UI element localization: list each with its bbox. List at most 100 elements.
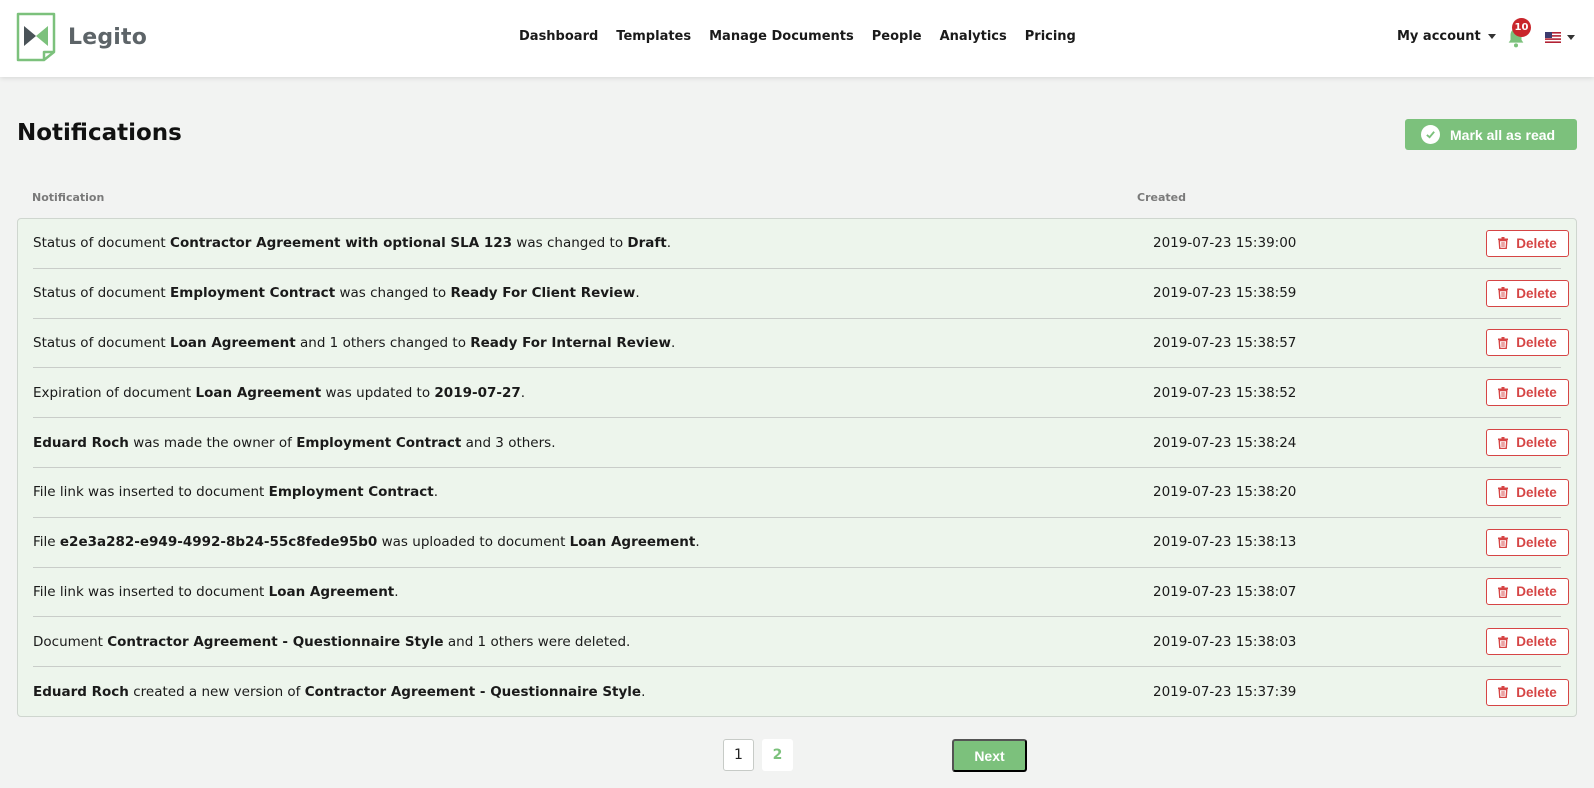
mark-all-as-read-label: Mark all as read	[1450, 126, 1556, 143]
notification-text: Status of document Contractor Agreement …	[33, 235, 671, 251]
notification-created-date: 2019-07-23 15:38:20	[1153, 484, 1297, 501]
my-account-label: My account	[1397, 29, 1481, 44]
check-circle-icon	[1421, 125, 1440, 144]
notification-fragment: .	[635, 285, 640, 302]
nav-dashboard[interactable]: Dashboard	[519, 29, 598, 44]
notification-fragment: .	[394, 583, 399, 600]
notification-fragment: File	[33, 534, 60, 551]
notification-fragment: Status of document	[33, 235, 171, 252]
notification-text: File link was inserted to document Emplo…	[33, 484, 438, 500]
delete-button[interactable]: Delete	[1486, 329, 1569, 357]
notification-text: Expiration of document Loan Agreement wa…	[33, 385, 525, 401]
trash-icon	[1498, 336, 1509, 349]
notification-text: Eduard Roch created a new version of Con…	[33, 684, 645, 700]
delete-button[interactable]: Delete	[1486, 528, 1569, 556]
notification-fragment: and 1 others changed to	[295, 334, 471, 351]
notification-fragment: .	[695, 534, 700, 551]
table-row: Status of document Loan Agreement and 1 …	[33, 319, 1569, 369]
notification-highlight: Loan Agreement	[569, 534, 696, 551]
delete-button[interactable]: Delete	[1486, 578, 1569, 606]
delete-label: Delete	[1516, 684, 1557, 700]
delete-label: Delete	[1516, 534, 1557, 550]
notification-fragment: was updated to	[321, 384, 435, 401]
table-row: Status of document Employment Contract w…	[33, 269, 1569, 319]
notification-fragment: was changed to	[335, 285, 451, 302]
notification-fragment: Document	[33, 633, 108, 650]
us-flag-icon	[1545, 32, 1561, 43]
app-name: Legito	[68, 24, 148, 50]
my-account-menu[interactable]: My account	[1397, 29, 1496, 44]
notification-created-date: 2019-07-23 15:38:52	[1153, 384, 1297, 401]
table-row: File link was inserted to document Emplo…	[33, 468, 1569, 518]
delete-label: Delete	[1516, 484, 1557, 500]
notification-fragment: .	[520, 384, 526, 401]
pagination-page-1[interactable]: 1	[723, 739, 754, 771]
notification-created-date: 2019-07-23 15:38:57	[1153, 334, 1297, 351]
notification-highlight: Loan Agreement	[268, 583, 395, 600]
trash-icon	[1498, 436, 1509, 449]
notification-fragment: Expiration of document	[33, 384, 196, 401]
notification-text: Status of document Loan Agreement and 1 …	[33, 335, 675, 351]
notification-created-date: 2019-07-23 15:39:00	[1153, 235, 1297, 252]
table-row: Expiration of document Loan Agreement wa…	[33, 368, 1569, 419]
notification-text: File link was inserted to document Loan …	[33, 584, 399, 600]
notification-fragment: and 3 others.	[461, 434, 556, 451]
notification-fragment: was made the owner of	[128, 434, 297, 451]
delete-label: Delete	[1516, 335, 1557, 351]
notification-created-date: 2019-07-23 15:38:07	[1153, 583, 1297, 600]
notification-created-date: 2019-07-23 15:37:39	[1153, 684, 1297, 701]
notification-highlight: Loan Agreement	[195, 384, 322, 401]
delete-label: Delete	[1516, 385, 1557, 401]
delete-label: Delete	[1516, 235, 1557, 251]
notification-fragment: .	[670, 334, 676, 351]
column-header-notification: Notification	[32, 191, 105, 204]
logo[interactable]: Legito	[16, 12, 147, 62]
notification-text: Document Contractor Agreement - Question…	[33, 634, 630, 650]
notification-highlight: Eduard Roch	[33, 684, 129, 701]
delete-button[interactable]: Delete	[1486, 379, 1569, 407]
chevron-down-icon	[1567, 35, 1575, 40]
trash-icon	[1498, 686, 1509, 699]
mark-all-as-read-button[interactable]: Mark all as read	[1405, 119, 1577, 150]
notification-fragment: File link was inserted to document	[33, 583, 269, 600]
table-row: Eduard Roch created a new version of Con…	[33, 667, 1569, 717]
notification-count-badge: 10	[1512, 18, 1531, 37]
notification-highlight: Contractor Agreement - Questionnaire Sty…	[304, 684, 642, 701]
nav-pricing[interactable]: Pricing	[1025, 29, 1076, 44]
nav-people[interactable]: People	[872, 29, 922, 44]
notification-fragment: .	[666, 235, 671, 252]
notification-highlight: Employment Contract	[268, 484, 434, 501]
pagination-page-2[interactable]: 2	[762, 739, 793, 771]
trash-icon	[1498, 536, 1509, 549]
notifications-table: Status of document Contractor Agreement …	[17, 218, 1577, 717]
notification-created-date: 2019-07-23 15:38:13	[1153, 534, 1297, 551]
notification-highlight: Eduard Roch	[33, 434, 129, 451]
notification-highlight: Contractor Agreement with optional SLA 1…	[170, 235, 513, 252]
notification-text: Eduard Roch was made the owner of Employ…	[33, 435, 555, 451]
delete-button[interactable]: Delete	[1486, 229, 1569, 257]
page-title: Notifications	[17, 120, 182, 146]
delete-button[interactable]: Delete	[1486, 478, 1569, 506]
delete-button[interactable]: Delete	[1486, 429, 1569, 457]
nav-analytics[interactable]: Analytics	[940, 29, 1007, 44]
notification-highlight: e2e3a282-e949-4992-8b24-55c8fede95b0	[59, 534, 378, 551]
notification-created-date: 2019-07-23 15:38:03	[1153, 633, 1297, 650]
nav-templates[interactable]: Templates	[616, 29, 691, 44]
notification-created-date: 2019-07-23 15:38:59	[1153, 285, 1297, 302]
legito-logo-icon	[16, 12, 56, 62]
delete-button[interactable]: Delete	[1486, 279, 1569, 307]
notification-created-date: 2019-07-23 15:38:24	[1153, 434, 1297, 451]
delete-label: Delete	[1516, 285, 1557, 301]
notification-fragment: Status of document	[33, 285, 171, 302]
language-selector[interactable]	[1545, 32, 1575, 43]
delete-button[interactable]: Delete	[1486, 678, 1569, 706]
notification-highlight: Ready For Client Review	[450, 285, 636, 302]
next-page-button[interactable]: Next	[952, 739, 1027, 772]
nav-manage-documents[interactable]: Manage Documents	[709, 29, 854, 44]
delete-button[interactable]: Delete	[1486, 628, 1569, 656]
notification-highlight: Loan Agreement	[170, 334, 296, 351]
notification-fragment: was changed to	[512, 235, 628, 252]
notification-fragment: .	[641, 684, 646, 701]
chevron-down-icon	[1487, 34, 1496, 39]
main-nav: Dashboard Templates Manage Documents Peo…	[519, 29, 1094, 44]
